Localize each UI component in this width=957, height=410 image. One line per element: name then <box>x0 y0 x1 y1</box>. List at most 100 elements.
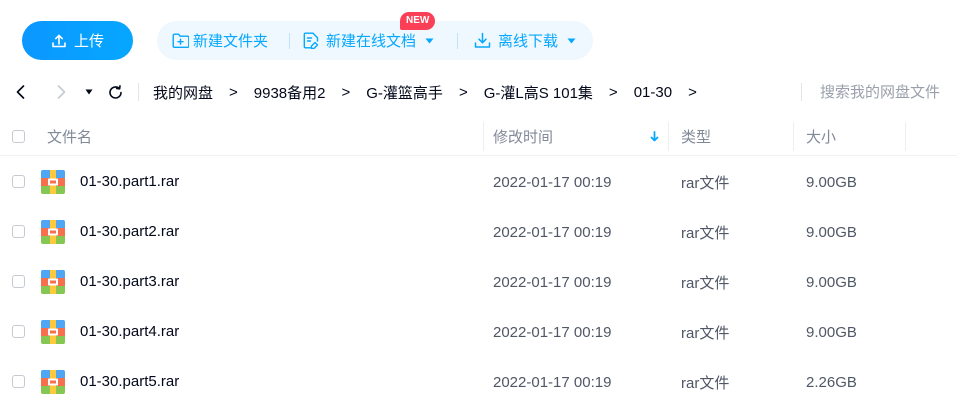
breadcrumb-separator[interactable]: > <box>342 84 351 101</box>
refresh-icon <box>108 84 122 99</box>
offline-download-button[interactable]: 离线下载 <box>474 21 576 60</box>
cell-spacer <box>905 307 957 357</box>
caret-down-icon <box>425 38 434 43</box>
breadcrumb-item[interactable]: G-灌篮高手 <box>366 82 443 103</box>
path-bar: 我的网盘 > 9938备用2 > G-灌篮高手 > G-灌L高S 101集 > … <box>0 78 957 106</box>
folder-plus-icon <box>172 33 189 48</box>
column-header-modified[interactable]: 修改时间 <box>483 118 668 155</box>
cell-modified: 2022-01-17 00:19 <box>493 173 612 191</box>
cell-modified: 2022-01-17 00:19 <box>493 273 612 291</box>
search-input[interactable] <box>810 78 957 106</box>
document-edit-icon <box>303 32 319 49</box>
cell-modified: 2022-01-17 00:19 <box>493 223 612 241</box>
caret-down-icon <box>85 89 93 95</box>
breadcrumb-separator[interactable]: > <box>609 84 618 101</box>
select-all-checkbox[interactable] <box>12 130 25 143</box>
rar-archive-icon <box>41 320 65 344</box>
new-online-doc-label: 新建在线文档 <box>326 33 417 50</box>
download-icon <box>474 32 491 48</box>
table-row[interactable]: 01-30.part4.rar 2022-01-17 00:19 rar文件 9… <box>0 307 957 357</box>
upload-icon <box>52 34 66 47</box>
cell-size: 9.00GB <box>806 323 857 341</box>
file-name[interactable]: 01-30.part1.rar <box>80 157 179 207</box>
column-header-size[interactable]: 大小 <box>793 118 905 155</box>
cell-type: rar文件 <box>681 274 730 292</box>
new-badge: NEW <box>400 12 436 30</box>
file-name[interactable]: 01-30.part5.rar <box>80 357 179 407</box>
breadcrumb-item[interactable]: 我的网盘 <box>153 82 213 103</box>
cell-modified: 2022-01-17 00:19 <box>493 373 612 391</box>
table-row[interactable]: 01-30.part5.rar 2022-01-17 00:19 rar文件 2… <box>0 357 957 407</box>
column-label-name: 文件名 <box>47 129 93 146</box>
column-label-size: 大小 <box>806 129 837 146</box>
cell-name: 01-30.part5.rar <box>0 357 483 407</box>
breadcrumb-separator[interactable]: > <box>688 84 697 101</box>
breadcrumb-item-current[interactable]: 01-30 <box>634 84 672 101</box>
search-divider <box>801 83 802 101</box>
chevron-left-icon <box>16 85 24 99</box>
cell-modified: 2022-01-17 00:19 <box>493 323 612 341</box>
upload-button-label: 上传 <box>73 33 104 50</box>
cell-size: 9.00GB <box>806 223 857 241</box>
row-checkbox[interactable] <box>12 325 25 338</box>
file-table-body: 01-30.part1.rar 2022-01-17 00:19 rar文件 9… <box>0 157 957 407</box>
cell-spacer <box>905 157 957 207</box>
cell-type: rar文件 <box>681 174 730 192</box>
refresh-button[interactable] <box>106 78 124 106</box>
column-label-modified: 修改时间 <box>493 129 554 146</box>
column-divider <box>793 122 794 151</box>
cell-type: rar文件 <box>681 324 730 342</box>
new-folder-button[interactable]: 新建文件夹 <box>172 21 268 60</box>
toolbar: 上传 新建文件夹 新建在线文档 NEW 离线下载 <box>0 0 957 70</box>
cell-type: rar文件 <box>681 224 730 242</box>
column-label-type: 类型 <box>681 129 712 146</box>
upload-button[interactable]: 上传 <box>22 21 133 60</box>
rar-archive-icon <box>41 370 65 394</box>
breadcrumb-separator[interactable]: > <box>229 84 238 101</box>
cell-name: 01-30.part3.rar <box>0 257 483 307</box>
rar-archive-icon <box>41 170 65 194</box>
cell-spacer <box>905 357 957 407</box>
back-button[interactable] <box>12 78 28 106</box>
column-divider <box>668 122 669 151</box>
cell-name: 01-30.part2.rar <box>0 207 483 257</box>
breadcrumb-item[interactable]: 9938备用2 <box>254 82 326 103</box>
cell-size: 9.00GB <box>806 173 857 191</box>
row-checkbox[interactable] <box>12 275 25 288</box>
toolbar-divider <box>457 33 458 49</box>
column-divider <box>905 122 906 151</box>
rar-archive-icon <box>41 220 65 244</box>
action-group: 新建文件夹 新建在线文档 NEW 离线下载 <box>157 12 593 60</box>
row-checkbox[interactable] <box>12 225 25 238</box>
row-checkbox[interactable] <box>12 375 25 388</box>
table-row[interactable]: 01-30.part2.rar 2022-01-17 00:19 rar文件 9… <box>0 207 957 257</box>
cell-size: 9.00GB <box>806 273 857 291</box>
forward-button[interactable] <box>53 78 69 106</box>
column-header-type[interactable]: 类型 <box>668 118 793 155</box>
cell-name: 01-30.part4.rar <box>0 307 483 357</box>
file-name[interactable]: 01-30.part3.rar <box>80 257 179 307</box>
row-checkbox[interactable] <box>12 175 25 188</box>
cell-spacer <box>905 257 957 307</box>
toolbar-divider <box>289 33 290 49</box>
caret-down-icon <box>567 38 576 43</box>
file-name[interactable]: 01-30.part4.rar <box>80 307 179 357</box>
breadcrumb-item[interactable]: G-灌L高S 101集 <box>484 82 593 103</box>
column-header-name[interactable]: 文件名 <box>0 118 483 155</box>
rar-archive-icon <box>41 270 65 294</box>
file-table-header: 文件名 修改时间 类型 大小 <box>0 118 957 156</box>
offline-download-label: 离线下载 <box>498 33 559 50</box>
cell-spacer <box>905 207 957 257</box>
path-bar-divider <box>138 83 139 101</box>
history-dropdown-button[interactable] <box>82 78 96 106</box>
file-name[interactable]: 01-30.part2.rar <box>80 207 179 257</box>
breadcrumb: 我的网盘 > 9938备用2 > G-灌篮高手 > G-灌L高S 101集 > … <box>153 78 713 106</box>
new-folder-label: 新建文件夹 <box>193 33 269 50</box>
table-row[interactable]: 01-30.part1.rar 2022-01-17 00:19 rar文件 9… <box>0 157 957 207</box>
arrow-down-icon <box>650 131 659 142</box>
table-row[interactable]: 01-30.part3.rar 2022-01-17 00:19 rar文件 9… <box>0 257 957 307</box>
cell-type: rar文件 <box>681 374 730 392</box>
cell-size: 2.26GB <box>806 373 857 391</box>
column-header-spacer <box>905 118 957 155</box>
breadcrumb-separator[interactable]: > <box>459 84 468 101</box>
